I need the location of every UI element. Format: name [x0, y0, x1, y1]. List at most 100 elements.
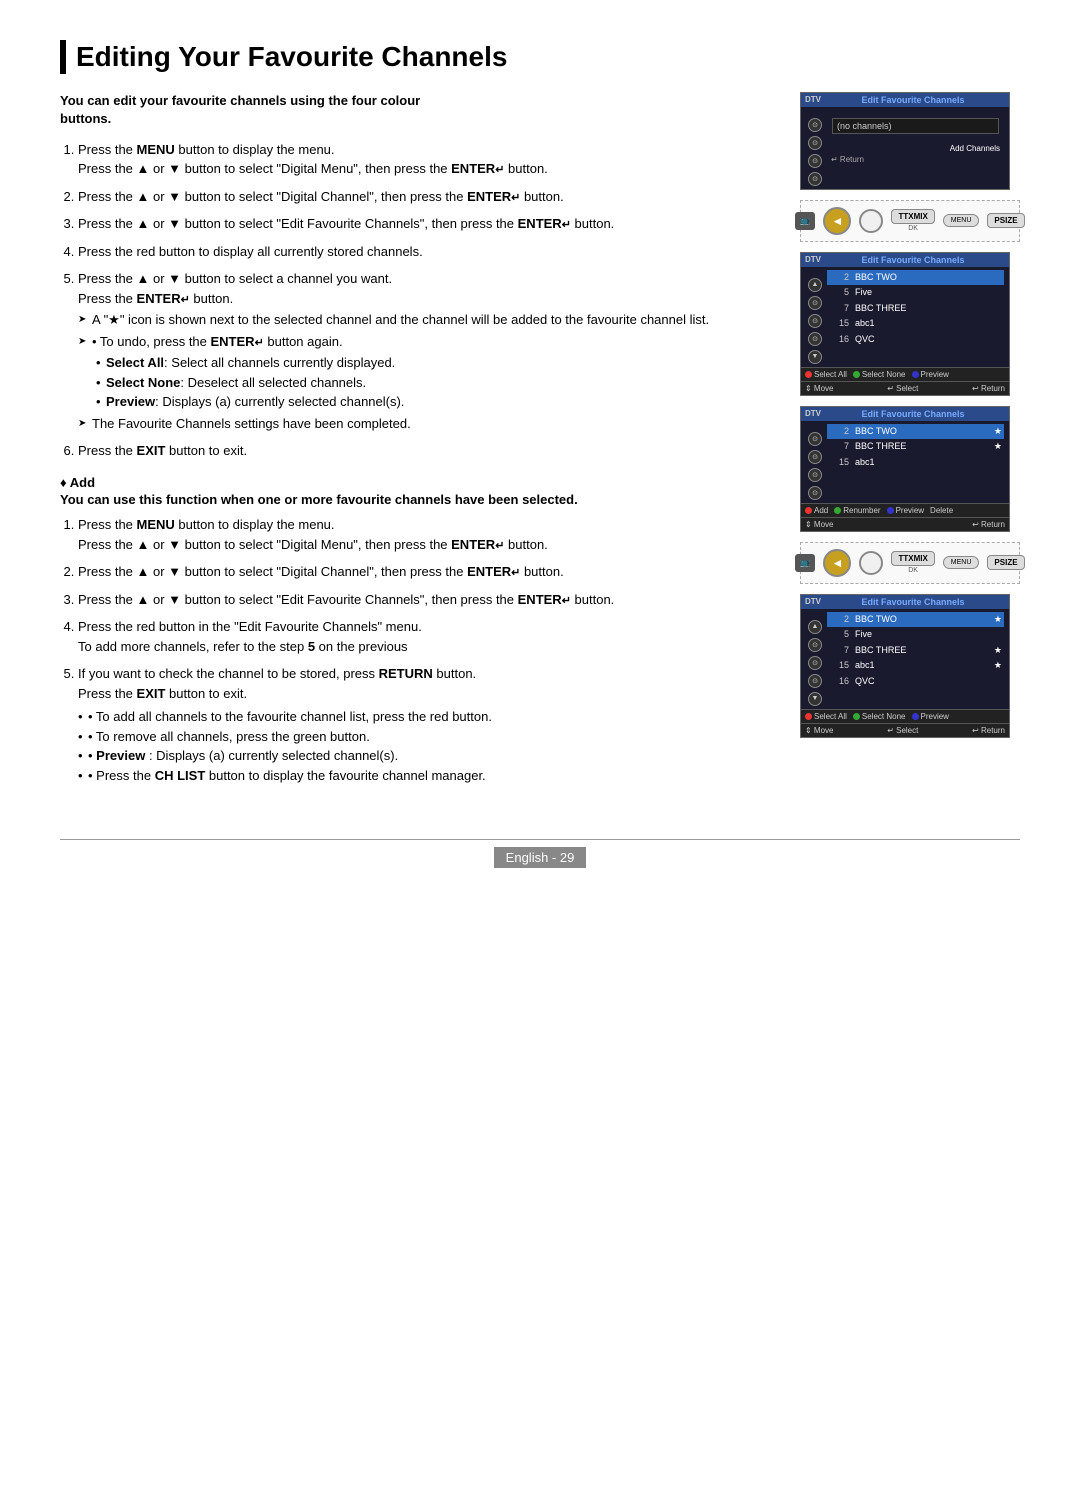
dtv-row-2-4: 15 abc1: [827, 316, 1004, 332]
footer-selectnone-2: Select None: [853, 370, 906, 379]
dtv-row-2-2: 5 Five: [827, 285, 1004, 301]
footer-move-2: ⇕ Move: [805, 384, 834, 393]
step-4: Press the red button to display all curr…: [78, 242, 776, 262]
footer-selectall-2: Select All: [805, 370, 847, 379]
dtv-body-1: ⊙ ⊙ ⊙ ⊙ (no channels) Add Channels ↵ Ret…: [801, 107, 1009, 189]
add-title: ♦ Add: [60, 475, 95, 490]
footer-move-3: ⇕ Move: [805, 520, 834, 529]
dtv-footer-bottom-3: ⇕ Move ↩ Return: [801, 517, 1009, 531]
right-column: DTV Edit Favourite Channels ⊙ ⊙ ⊙ ⊙ (no …: [800, 92, 1020, 800]
ch-num-4-3: 7: [829, 644, 849, 658]
remote-group-ttxmix: TTXMIX DK: [891, 209, 934, 232]
remote-psize-btn[interactable]: PSIZE: [987, 213, 1024, 228]
dtv-row-2-3: 7 BBC THREE: [827, 301, 1004, 317]
remote-arrow-icon: ◄: [823, 207, 851, 235]
dtv-icon-2-4: ⊙: [808, 332, 822, 346]
ch-name-2-3: BBC THREE: [855, 302, 1002, 316]
ch-name-3-1: BBC TWO: [855, 425, 994, 439]
dtv-icon-4-4: ⊙: [808, 674, 822, 688]
dtv-icon-col-4: ▲ ⊙ ⊙ ⊙ ▼: [806, 612, 824, 706]
dtv-footer-2: Select All Select None Preview: [801, 367, 1009, 381]
dtv-title-4: Edit Favourite Channels: [821, 597, 1005, 607]
dtv-icon-4-5: ▼: [808, 692, 822, 706]
footer-renumber-3: Renumber: [834, 506, 880, 515]
remote-arrow-icon-2: ◄: [823, 549, 851, 577]
remote-menu-btn[interactable]: MENU: [943, 214, 980, 227]
dtv-icon-3-4: ⊙: [808, 486, 822, 500]
ch-star-4-4: ★: [994, 659, 1002, 673]
remote-group-menu2: MENU: [943, 556, 980, 569]
dtv-screen-3: DTV Edit Favourite Channels ⊙ ⊙ ⊙ ⊙ 2 BB…: [800, 406, 1010, 532]
dtv-icon-2: ⊙: [808, 136, 822, 150]
step-3: Press the ▲ or ▼ button to select "Edit …: [78, 214, 776, 234]
dtv-icons-area-2: ▲ ⊙ ⊙ ⊙ ▼ 2 BBC TWO 5 Five: [806, 270, 1004, 364]
remote-menu-btn-2[interactable]: MENU: [943, 556, 980, 569]
dtv-header-4: DTV Edit Favourite Channels: [801, 595, 1009, 609]
remote-ttxmix-btn[interactable]: TTXMIX: [891, 209, 934, 224]
dtv-icons-area-4: ▲ ⊙ ⊙ ⊙ ▼ 2 BBC TWO ★ 5: [806, 612, 1004, 706]
dtv-row-3-1: 2 BBC TWO ★: [827, 424, 1004, 440]
dtv-icon-2-5: ▼: [808, 350, 822, 364]
ch-num-4-5: 16: [829, 675, 849, 689]
dtv-footer-bottom-2: ⇕ Move ↵ Select ↩ Return: [801, 381, 1009, 395]
ch-name-4-5: QVC: [855, 675, 1002, 689]
remote-group-circle2: [859, 551, 883, 575]
remote-empty-circle-2: [859, 551, 883, 575]
dtv-icons-area-3: ⊙ ⊙ ⊙ ⊙ 2 BBC TWO ★ 7 BBC THREE: [806, 424, 1004, 500]
remote-ttxmix-label: DK: [908, 225, 918, 232]
page-title: Editing Your Favourite Channels: [60, 40, 1020, 74]
dtv-icon-col-3: ⊙ ⊙ ⊙ ⊙: [806, 424, 824, 500]
ch-name-2-4: abc1: [855, 317, 1002, 331]
dtv-header-3: DTV Edit Favourite Channels: [801, 407, 1009, 421]
dtv-body-2: ▲ ⊙ ⊙ ⊙ ▼ 2 BBC TWO 5 Five: [801, 267, 1009, 367]
footer-selectall-4: Select All: [805, 712, 847, 721]
remote-group-tv: 📺: [795, 212, 815, 230]
dtv-label-4: DTV: [805, 597, 821, 606]
s2-step-3: Press the ▲ or ▼ button to select "Edit …: [78, 590, 776, 610]
ch-num-4-1: 2: [829, 613, 849, 627]
footer-return-4: ↩ Return: [972, 726, 1005, 735]
dtv-content-4: 2 BBC TWO ★ 5 Five 7 BBC THREE ★: [827, 612, 1004, 690]
dtv-screen-4: DTV Edit Favourite Channels ▲ ⊙ ⊙ ⊙ ▼ 2: [800, 594, 1010, 738]
footer-preview-4: Preview: [912, 712, 949, 721]
ch-num-4-2: 5: [829, 628, 849, 642]
ch-num-3-3: 15: [829, 456, 849, 470]
page-footer: English - 29: [60, 839, 1020, 865]
dtv-screen-2: DTV Edit Favourite Channels ▲ ⊙ ⊙ ⊙ ▼ 2: [800, 252, 1010, 396]
ch-name-3-2: BBC THREE: [855, 440, 994, 454]
dtv-label-2: DTV: [805, 255, 821, 264]
remote-psize-btn-2[interactable]: PSIZE: [987, 555, 1024, 570]
dtv-icon-2-3: ⊙: [808, 314, 822, 328]
dtv-icon-4-1: ▲: [808, 620, 822, 634]
ch-star-3-1: ★: [994, 425, 1002, 439]
dtv-title-2: Edit Favourite Channels: [821, 255, 1005, 265]
dtv-row-3-3: 15 abc1: [827, 455, 1004, 471]
remote-group-circle: [859, 209, 883, 233]
remote-row-2: 📺 ◄ TTXMIX DK MENU PSIZE: [800, 542, 1020, 584]
ch-star-3-2: ★: [994, 440, 1002, 454]
dtv-footer-bottom-4: ⇕ Move ↵ Select ↩ Return: [801, 723, 1009, 737]
dtv-row-2-5: 16 QVC: [827, 332, 1004, 348]
add-section-header: ♦ Add You can use this function when one…: [60, 475, 776, 510]
step-5: Press the ▲ or ▼ button to select a chan…: [78, 269, 776, 433]
dtv-header-2: DTV Edit Favourite Channels: [801, 253, 1009, 267]
footer-preview-2: Preview: [912, 370, 949, 379]
remote-tv-icon-2: 📺: [795, 554, 815, 572]
add-desc: You can use this function when one or mo…: [60, 492, 578, 507]
dtv-row-4-2: 5 Five: [827, 627, 1004, 643]
dtv-header-1: DTV Edit Favourite Channels: [801, 93, 1009, 107]
dtv-row-2-1: 2 BBC TWO: [827, 270, 1004, 286]
ch-name-2-5: QVC: [855, 333, 1002, 347]
footer-preview-3: Preview: [887, 506, 924, 515]
dtv-icon-3-3: ⊙: [808, 468, 822, 482]
remote-group-menu: MENU: [943, 214, 980, 227]
dtv-content-1: (no channels) Add Channels ↵ Return: [827, 110, 1004, 167]
dtv-title-1: Edit Favourite Channels: [821, 95, 1005, 105]
remote-group-arrow: ◄: [823, 207, 851, 235]
page-number: English - 29: [494, 847, 587, 868]
remote-ttxmix-label-2: DK: [908, 567, 918, 574]
remote-ttxmix-btn-2[interactable]: TTXMIX: [891, 551, 934, 566]
dtv-icon-col-2: ▲ ⊙ ⊙ ⊙ ▼: [806, 270, 824, 364]
ch-name-4-2: Five: [855, 628, 1002, 642]
footer-return-3: ↩ Return: [972, 520, 1005, 529]
